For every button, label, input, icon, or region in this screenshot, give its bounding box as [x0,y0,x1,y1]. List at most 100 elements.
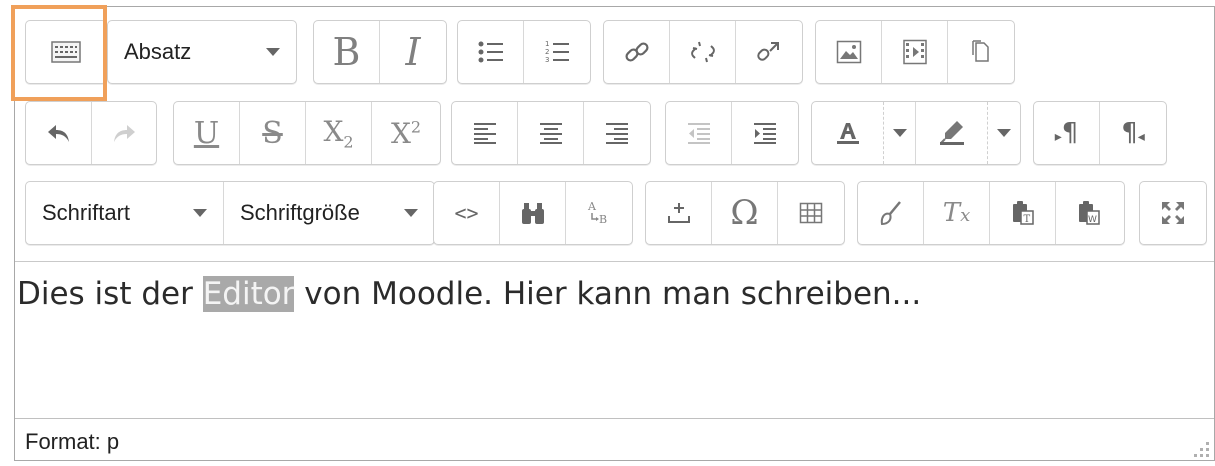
text-style-group: B I [313,20,447,84]
toolbar-toggle-highlight [11,5,107,101]
content-text-before: Dies ist der [17,276,203,312]
block-format-group: Absatz [107,20,297,84]
align-center-icon [539,122,563,144]
align-right-button[interactable] [584,102,650,164]
text-color-button[interactable] [812,102,884,164]
font-family-dropdown[interactable]: Schriftart [26,182,224,244]
chevron-down-icon [266,48,280,56]
source-code-button[interactable]: <> [434,182,500,244]
format-group: U S X2 X2 [173,101,441,165]
paste-word-icon: W [1077,200,1101,226]
rtl-button[interactable]: ¶◂ [1100,102,1166,164]
font-size-label: Schriftgröße [240,200,360,225]
underline-button[interactable]: U [174,102,240,164]
manage-files-button[interactable] [948,21,1014,83]
svg-text:B: B [599,213,607,226]
color-group [811,101,1021,165]
table-icon [799,202,823,224]
font-size-dropdown[interactable]: Schriftgröße [224,182,434,244]
insert-media-button[interactable] [882,21,948,83]
undo-icon [46,121,72,145]
chevron-down-icon [404,209,418,217]
subscript-icon: X2 [323,114,354,152]
redo-button[interactable] [92,102,156,164]
anchor-button[interactable] [736,21,802,83]
editor-content-area[interactable]: Dies ist der Editor von Moodle. Hier kan… [15,262,1214,418]
block-format-dropdown[interactable]: Absatz [108,21,296,83]
outdent-button[interactable] [666,102,732,164]
redo-icon [111,121,137,145]
paste-word-button[interactable]: W [1056,182,1122,244]
rtl-icon: ¶◂ [1121,118,1145,148]
brush-icon [878,200,904,226]
history-group [25,101,157,165]
find-button[interactable] [500,182,566,244]
italic-button[interactable]: I [380,21,446,83]
unlink-button[interactable] [670,21,736,83]
chevron-down-icon [892,129,907,137]
fullscreen-button[interactable] [1140,182,1206,244]
insert-group: Ω [645,181,845,245]
link-button[interactable] [604,21,670,83]
outdent-icon [687,122,711,144]
insert-image-button[interactable] [816,21,882,83]
svg-text:2: 2 [545,48,549,56]
indent-button[interactable] [732,102,798,164]
binoculars-icon [520,200,546,226]
content-text-after: von Moodle. Hier kann man schreiben... [294,276,922,312]
clean-button[interactable] [858,182,924,244]
chevron-down-icon [193,209,207,217]
font-group: Schriftart Schriftgröße [25,181,435,245]
ltr-button[interactable]: ▸¶ [1034,102,1100,164]
special-character-button[interactable]: Ω [712,182,778,244]
bullet-list-button[interactable] [458,21,524,83]
align-right-icon [605,122,629,144]
svg-text:W: W [1088,215,1097,225]
status-path[interactable]: Format: p [25,429,119,454]
direction-group: ▸¶ ¶◂ [1033,101,1167,165]
svg-text:T: T [1023,214,1030,225]
resize-grip-icon[interactable] [1188,436,1212,460]
chevron-down-icon [997,129,1011,137]
align-left-button[interactable] [452,102,518,164]
find-replace-icon: AB [586,200,612,226]
anchor-icon [756,39,782,65]
underline-icon: U [193,115,220,151]
clear-formatting-button[interactable]: Tx [924,182,990,244]
fullscreen-icon [1160,200,1186,226]
italic-icon: I [405,30,421,74]
table-button[interactable] [778,182,844,244]
superscript-button[interactable]: X2 [372,102,440,164]
source-group: <> AB [433,181,633,245]
numbered-list-button[interactable]: 123 [524,21,590,83]
strikethrough-button[interactable]: S [240,102,306,164]
media-group [815,20,1015,84]
replace-button[interactable]: AB [566,182,632,244]
text-color-dropdown[interactable] [884,102,916,164]
background-color-dropdown[interactable] [988,102,1020,164]
svg-text:A: A [587,200,597,213]
align-left-icon [473,122,497,144]
strikethrough-icon: S [262,115,283,151]
subscript-button[interactable]: X2 [306,102,372,164]
paste-text-button[interactable]: T [990,182,1056,244]
fullscreen-group [1139,181,1207,245]
moodle-editor: Absatz B I 123 U S X2 X2 ▸¶ ¶◂ Schriftar… [11,5,1215,461]
bullet-list-icon [478,40,504,64]
align-center-button[interactable] [518,102,584,164]
files-icon [969,39,993,65]
bold-button[interactable]: B [314,21,380,83]
block-format-label: Absatz [124,39,192,64]
horizontal-rule-icon [666,201,692,225]
code-icon: <> [454,201,479,225]
svg-text:3: 3 [545,56,549,64]
background-color-button[interactable] [916,102,988,164]
cleanup-group: Tx T W [857,181,1125,245]
superscript-icon: X2 [390,116,422,150]
align-group [451,101,651,165]
link-icon [624,39,650,65]
numbered-list-icon: 123 [544,39,570,65]
undo-button[interactable] [26,102,92,164]
list-group: 123 [457,20,591,84]
horizontal-rule-button[interactable] [646,182,712,244]
